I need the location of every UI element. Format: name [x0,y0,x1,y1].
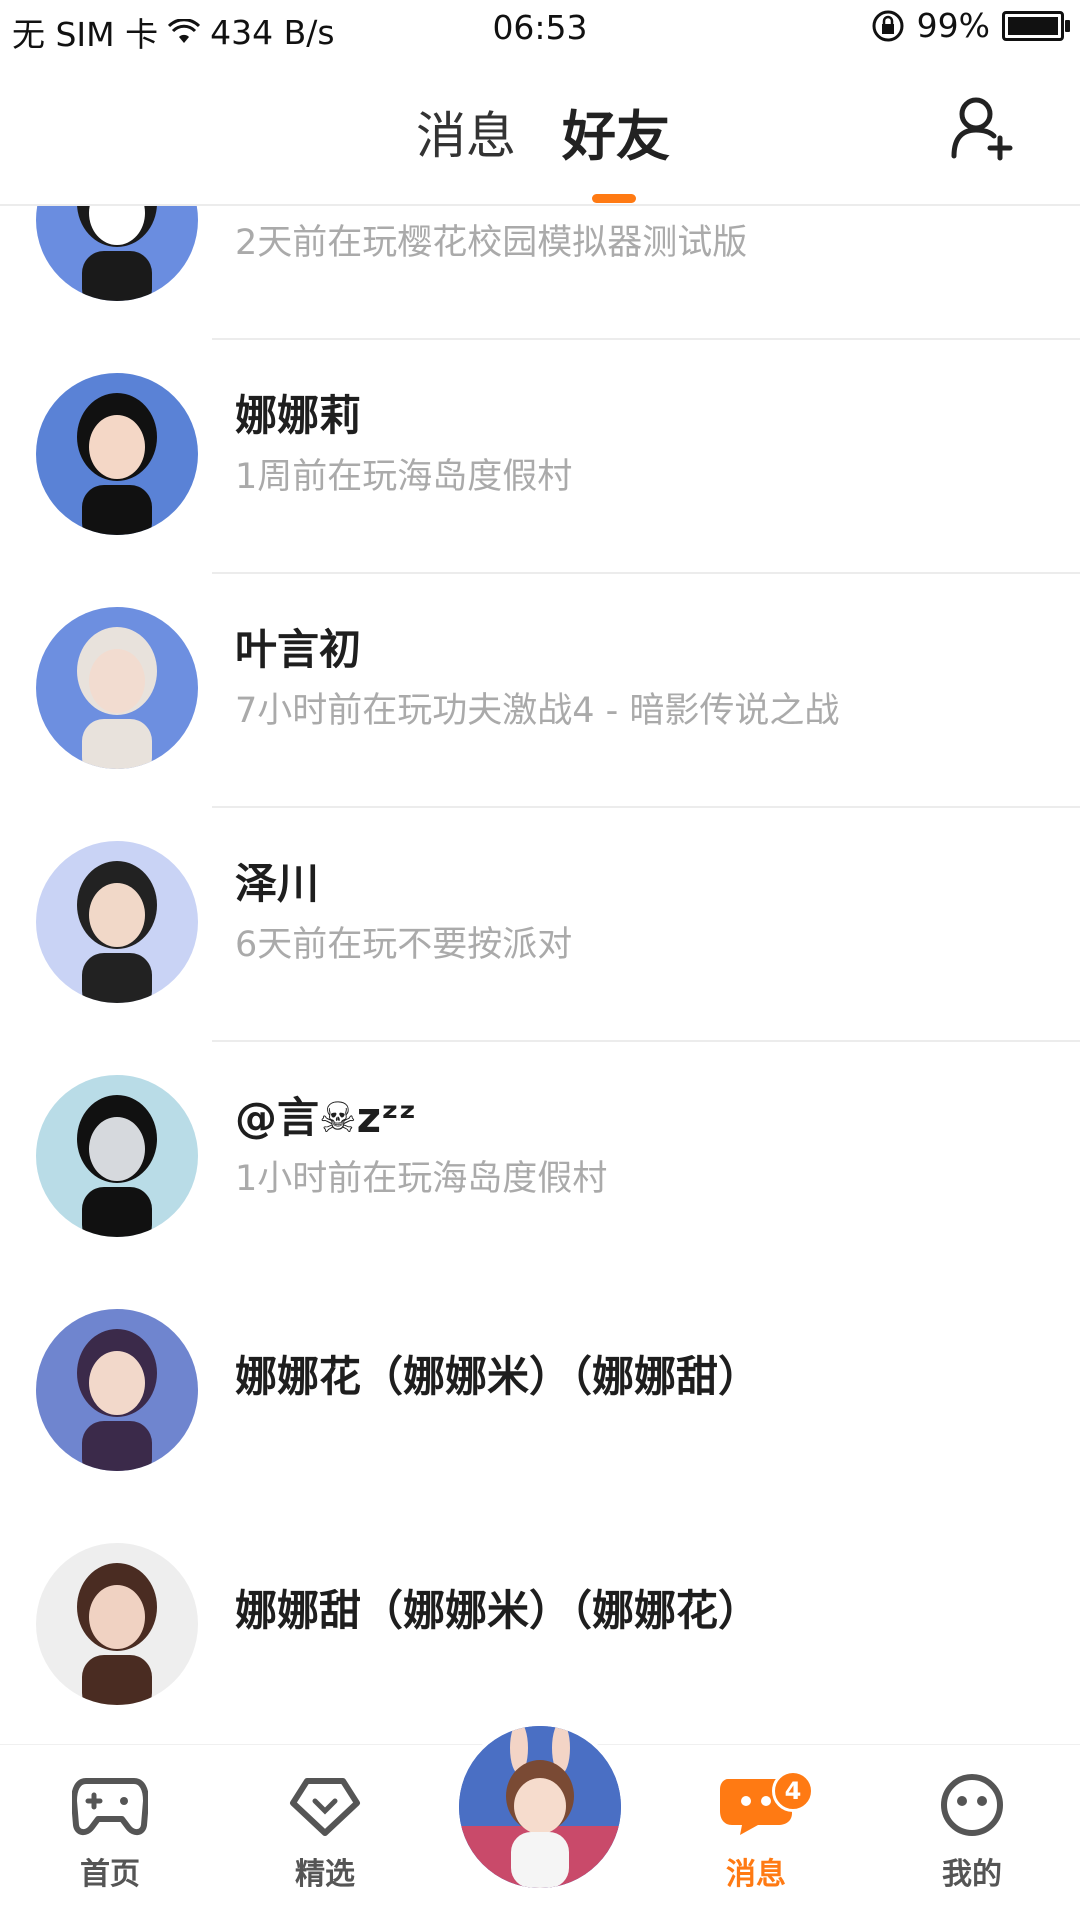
friend-avatar[interactable] [36,206,198,301]
friend-row[interactable]: 娜娜花（娜娜米）（娜娜甜） [0,1276,1080,1510]
nav-mine[interactable]: 我的 [902,1773,1042,1893]
friend-avatar[interactable] [36,1309,198,1471]
friend-name: @言☠zᶻᶻ [235,1093,417,1142]
tab-friends[interactable]: 好友 [562,92,670,171]
heart-diamond-icon [290,1778,360,1836]
friend-row[interactable]: @言☠zᶻᶻ 1小时前在玩海岛度假村 [0,1042,1080,1276]
friend-activity: 6天前在玩不要按派对 [235,925,573,965]
friend-name: 泽川 [235,859,320,908]
friend-row[interactable]: 泽川 6天前在玩不要按派对 [0,808,1080,1042]
friend-name: 娜娜莉 [235,391,362,440]
messages-badge: 4 [772,1770,814,1812]
friend-activity: 1小时前在玩海岛度假村 [235,1159,608,1199]
nav-messages-label: 消息 [726,1857,786,1892]
friend-avatar[interactable] [36,607,198,769]
friend-avatar[interactable] [36,1543,198,1705]
active-tab-indicator [592,194,636,203]
friend-avatar[interactable] [36,1075,198,1237]
smiley-face-icon [941,1774,1003,1836]
add-friend-icon[interactable] [948,94,1016,162]
friends-list[interactable]: 黄家大小姐(甜辣国际大佬) 2天前在玩樱花校园模拟器测试版娜娜莉 1周前在玩海岛度假… [0,206,1080,1746]
friend-name: 黄家大小姐(甜辣国际大佬) [235,206,735,209]
nav-featured-label: 精选 [295,1857,355,1892]
nav-mine-label: 我的 [942,1857,1002,1892]
status-bar: 无 SIM 卡 434 B/s 06:53 99% [0,0,1080,56]
friend-avatar[interactable] [36,373,198,535]
friend-name: 娜娜甜（娜娜米）（娜娜花） [235,1586,761,1635]
battery-percent: 99% [916,6,990,45]
friend-row[interactable]: 黄家大小姐(甜辣国际大佬) 2天前在玩樱花校园模拟器测试版 [0,206,1080,340]
friend-activity: 7小时前在玩功夫激战4 - 暗影传说之战 [235,691,840,731]
nav-home[interactable]: 首页 [40,1773,180,1893]
nav-featured[interactable]: 精选 [255,1773,395,1893]
battery-icon [1002,10,1070,41]
friend-name: 叶言初 [235,625,362,674]
tab-messages[interactable]: 消息 [416,96,516,168]
friend-row[interactable]: 娜娜莉 1周前在玩海岛度假村 [0,340,1080,574]
center-avatar-button[interactable] [455,1722,625,1892]
friend-activity: 1周前在玩海岛度假村 [235,457,573,497]
header: 消息 好友 [0,56,1080,206]
character-avatar [459,1726,621,1888]
rotation-lock-icon [872,10,904,41]
friend-name: 娜娜花（娜娜米）（娜娜甜） [235,1352,761,1401]
friend-row[interactable]: 叶言初 7小时前在玩功夫激战4 - 暗影传说之战 [0,574,1080,808]
gamepad-icon [71,1778,149,1835]
friend-activity: 2天前在玩樱花校园模拟器测试版 [235,223,748,263]
friend-avatar[interactable] [36,841,198,1003]
nav-home-label: 首页 [80,1857,140,1892]
